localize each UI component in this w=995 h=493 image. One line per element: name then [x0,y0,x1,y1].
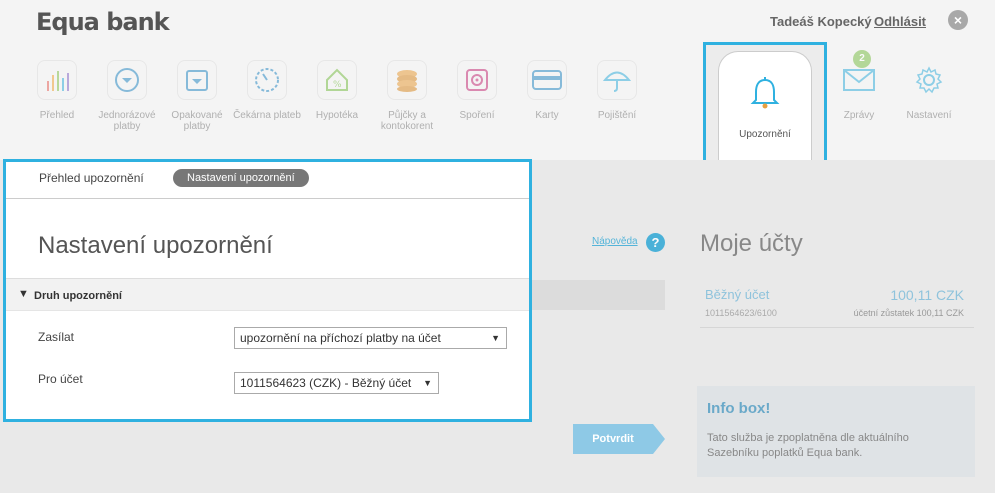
svg-text:%: % [333,80,342,90]
nav-item-pujcky[interactable]: Půjčky a kontokorent [372,60,442,132]
section-label: Druh upozornění [34,290,122,302]
bar-chart-icon [37,60,77,100]
nav-item-prehled[interactable]: Přehled [22,60,92,121]
mortgage-icon: % [317,60,357,100]
section-strip [530,280,665,310]
nav-item-opakovane[interactable]: Opakované platby [162,60,232,132]
divider [700,327,974,328]
account-number: 1011564623/6100 [705,308,777,318]
chevron-down-icon: ▼ [491,333,500,343]
recurring-payment-icon [177,60,217,100]
tabs: Přehled upozornění Nastavení upozornění [6,162,529,199]
bell-icon [719,76,811,115]
account-name[interactable]: Běžný účet [705,287,769,302]
section-header[interactable]: ▼ Druh upozornění [6,278,529,311]
nav-item-upozorneni[interactable]: Upozornění [703,42,827,171]
send-label: Zasílat [38,330,75,344]
unread-badge: 2 [853,50,871,68]
savings-icon [457,60,497,100]
help-icon[interactable]: ? [646,233,665,252]
confirm-button[interactable]: Potvrdit [573,424,665,454]
page-title: Nastavení upozornění [38,232,273,259]
account-value: 1011564623 (CZK) - Běžný účet [240,376,412,390]
nav-item-hypoteka[interactable]: % Hypotéka [302,60,372,121]
logo[interactable]: Equa bank [36,8,170,36]
gear-icon [909,60,949,100]
insurance-icon [597,60,637,100]
alert-type-value: upozornění na příchozí platby na účet [240,331,441,345]
nav-item-sporeni[interactable]: Spoření [442,60,512,121]
info-text: Tato služba je zpoplatněna dle aktuálníh… [707,432,909,459]
header: Equa bank Tadeáš Kopecký Odhlásit × Přeh… [0,0,995,160]
alert-settings-card: Přehled upozornění Nastavení upozornění … [3,159,532,422]
card-icon [527,60,567,100]
help-link[interactable]: Nápověda [592,236,638,247]
chevron-down-icon: ▼ [423,378,432,388]
nav-item-karty[interactable]: Karty [512,60,582,121]
loans-icon [387,60,427,100]
nav-item-nastaveni[interactable]: Nastavení [894,60,964,121]
tab-overview[interactable]: Přehled upozornění [39,171,144,185]
account-select[interactable]: 1011564623 (CZK) - Běžný účet ▼ [234,372,439,394]
nav-item-upozorneni-tile: Upozornění [718,51,812,166]
nav-item-jednorazove[interactable]: Jednorázové platby [92,60,162,132]
nav-item-cekarna[interactable]: Čekárna plateb [232,60,302,121]
single-payment-icon [107,60,147,100]
account-balance: účetní zůstatek 100,11 CZK [853,308,964,318]
account-amount: 100,11 CZK [890,287,964,303]
envelope-icon: 2 [839,50,879,100]
nav-item-pojisteni[interactable]: Pojištění [582,60,652,121]
pending-payments-icon [247,60,287,100]
nav-item-zpravy[interactable]: 2 Zprávy [824,50,894,121]
info-box: Info box! Tato služba je zpoplatněna dle… [697,386,975,477]
chevron-down-icon: ▼ [18,288,29,300]
alert-type-select[interactable]: upozornění na příchozí platby na účet ▼ [234,327,507,349]
info-title: Info box! [707,400,771,417]
logout-link[interactable]: Odhlásit [874,14,926,29]
account-label: Pro účet [38,372,83,386]
tab-settings[interactable]: Nastavení upozornění [173,169,309,187]
user-name: Tadeáš Kopecký [770,14,872,29]
accounts-title: Moje účty [700,230,803,257]
close-icon[interactable]: × [948,10,968,30]
